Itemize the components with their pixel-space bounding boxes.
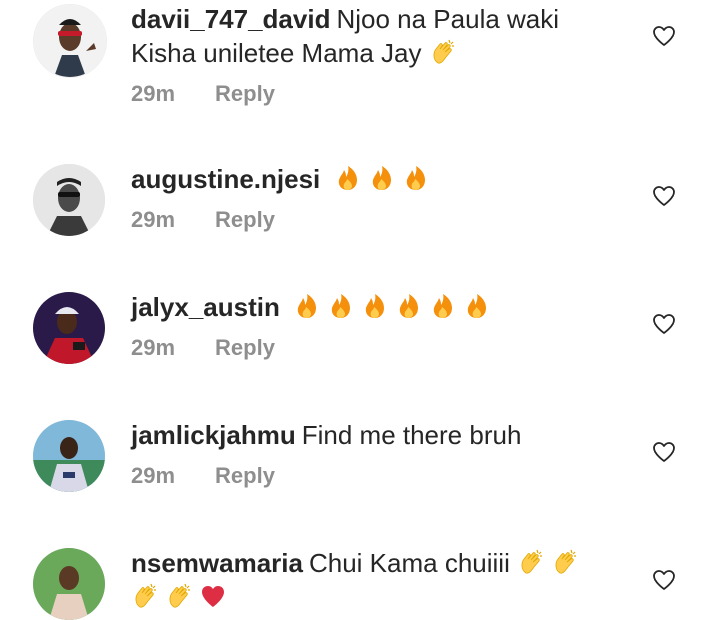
- heart-outline-icon[interactable]: [652, 24, 676, 48]
- reply-button[interactable]: Reply: [215, 335, 275, 360]
- clapping-hands-icon: [551, 548, 579, 576]
- red-heart-icon: [199, 582, 227, 610]
- heart-outline-icon[interactable]: [652, 440, 676, 464]
- comment-text: jamlickjahmu Find me there bruh: [131, 418, 611, 452]
- fire-icon: [368, 164, 396, 192]
- comment-time: 29m: [131, 335, 176, 360]
- avatar[interactable]: [33, 292, 105, 364]
- comment-meta: 29m Reply: [131, 334, 275, 362]
- heart-outline-icon[interactable]: [652, 568, 676, 592]
- comment-text: jalyx_austin: [131, 290, 611, 324]
- comment-username[interactable]: nsemwamaria: [131, 548, 303, 578]
- fire-icon: [361, 292, 389, 320]
- comment-time: 29m: [131, 207, 176, 232]
- comment-meta: 29m Reply: [131, 80, 275, 108]
- comment-body: Find me there bruh: [301, 420, 522, 450]
- comment-time: 29m: [131, 81, 176, 106]
- clapping-hands-icon: [429, 38, 457, 66]
- clapping-hands-icon: [165, 582, 193, 610]
- comment-username[interactable]: davii_747_david: [131, 4, 330, 34]
- avatar[interactable]: [33, 420, 105, 492]
- fire-icon: [402, 164, 430, 192]
- comment-text: nsemwamaria Chui Kama chuiiii: [131, 546, 611, 614]
- heart-outline-icon[interactable]: [652, 184, 676, 208]
- fire-icon: [327, 292, 355, 320]
- reply-button[interactable]: Reply: [215, 207, 275, 232]
- comment-time: 29m: [131, 463, 176, 488]
- heart-outline-icon[interactable]: [652, 312, 676, 336]
- comment-username[interactable]: augustine.njesi: [131, 164, 320, 194]
- reply-button[interactable]: Reply: [215, 463, 275, 488]
- comment-text: davii_747_david Njoo na Paula waki Kisha …: [131, 2, 611, 70]
- fire-icon: [293, 292, 321, 320]
- comment-body: Chui Kama chuiiii: [308, 548, 510, 578]
- comment-username[interactable]: jamlickjahmu: [131, 420, 296, 450]
- fire-icon: [463, 292, 491, 320]
- comment-username[interactable]: jalyx_austin: [131, 292, 280, 322]
- clapping-hands-icon: [131, 582, 159, 610]
- fire-icon: [429, 292, 457, 320]
- fire-icon: [395, 292, 423, 320]
- comment-meta: 29m Reply: [131, 206, 275, 234]
- comment-text: augustine.njesi: [131, 162, 611, 196]
- clapping-hands-icon: [517, 548, 545, 576]
- comment-meta: 29m Reply: [131, 462, 275, 490]
- avatar[interactable]: [33, 548, 105, 620]
- avatar[interactable]: [33, 4, 107, 78]
- avatar[interactable]: [33, 164, 105, 236]
- reply-button[interactable]: Reply: [215, 81, 275, 106]
- fire-icon: [334, 164, 362, 192]
